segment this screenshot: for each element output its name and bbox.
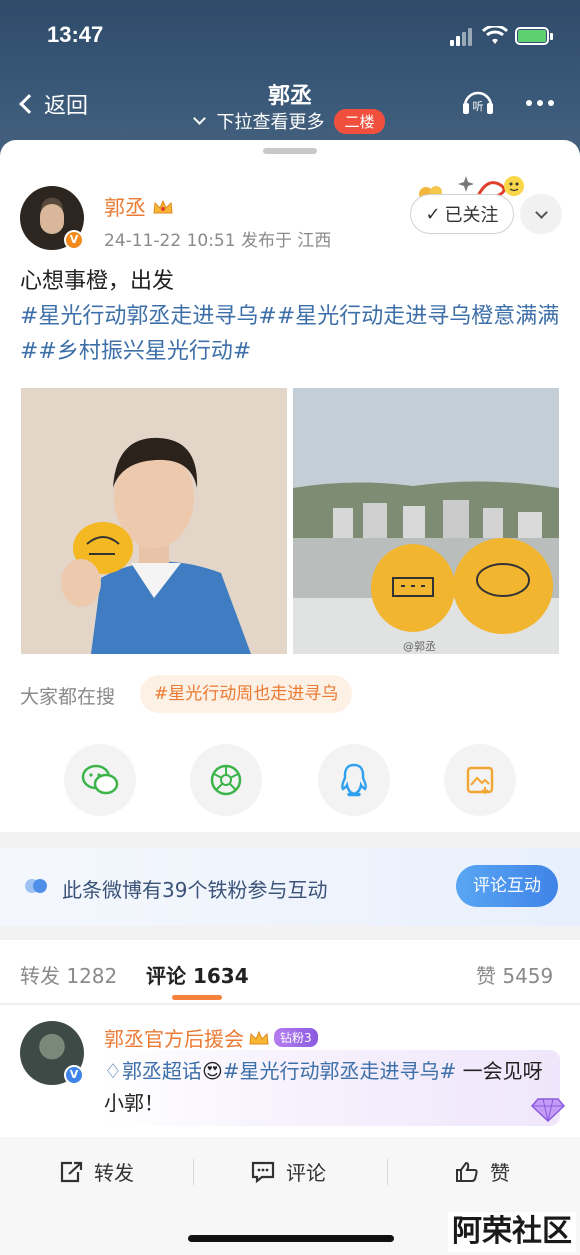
divider [193, 1159, 194, 1185]
tab-like[interactable]: 赞 5459 [476, 960, 553, 989]
comment-button[interactable]: 评论 [250, 1157, 326, 1186]
comment-icon [251, 1161, 275, 1183]
like-label: 赞 [490, 1161, 510, 1185]
drag-handle[interactable] [263, 148, 317, 154]
pull-down-label: 下拉查看更多 [216, 112, 325, 133]
comment-text: ♢郭丞超话😍#星光行动郭丞走进寻乌# 一会见呀小郭！ [104, 1055, 554, 1119]
verified-icon: V [64, 1065, 84, 1085]
listen-icon[interactable]: 听 [460, 86, 496, 116]
author-name[interactable]: 郭丞 [104, 192, 174, 222]
save-image-button[interactable] [444, 744, 516, 816]
check-icon: ✓ [425, 203, 441, 225]
top-header: 13:47 返回 郭丞 下拉查看更多 二楼 听 [0, 0, 580, 160]
post-card: V 郭丞 24-11-22 10:51 发布于 江西 ✓ 已关注 心想事橙，出发… [0, 140, 580, 832]
followed-label: 已关注 [444, 205, 499, 226]
battery-icon [515, 27, 553, 45]
more-options-button[interactable] [526, 100, 554, 106]
repost-button[interactable]: 转发 [58, 1157, 134, 1186]
signal-icon [450, 28, 476, 46]
comment-list: V 郭丞官方后援会 钻粉3 ♢郭丞超话😍#星光行动郭丞走进寻乌# 一会见呀小郭！ [0, 1005, 580, 1137]
image-watermark: @郭丞 [403, 640, 436, 653]
avatar[interactable]: V [20, 186, 84, 250]
post-image-person[interactable] [21, 388, 287, 654]
repost-icon [60, 1161, 83, 1182]
comment-author-text: 郭丞官方后援会 [104, 1027, 244, 1051]
chevron-down-icon [193, 112, 207, 125]
gem-icon [530, 1098, 566, 1123]
fan-interaction-text: 此条微博有39个铁粉参与互动 [62, 878, 328, 902]
divider [387, 1159, 388, 1185]
active-tab-indicator [172, 995, 222, 1000]
share-wechat-button[interactable] [64, 744, 136, 816]
floor-badge: 二楼 [334, 108, 385, 134]
comment-interact-button[interactable]: 评论互动 [456, 865, 558, 907]
share-row [0, 744, 580, 816]
avatar[interactable]: V [20, 1021, 84, 1085]
author-name-text: 郭丞 [104, 196, 146, 220]
interaction-tabs: 转发 1282 评论 1634 赞 5459 [0, 940, 580, 1004]
home-indicator[interactable] [188, 1235, 394, 1242]
followed-button[interactable]: ✓ 已关注 [410, 194, 514, 234]
qq-icon [341, 763, 367, 797]
comment-author[interactable]: 郭丞官方后援会 钻粉3 [104, 1023, 318, 1052]
share-qq-button[interactable] [318, 744, 390, 816]
diamond-icon: ♢ [104, 1059, 122, 1083]
svg-text:听: 听 [473, 100, 484, 113]
site-watermark: 阿荣社区 [448, 1212, 576, 1252]
person-photo [21, 388, 287, 654]
fan-icon [25, 879, 47, 893]
oranges-photo: @郭丞 [293, 388, 559, 654]
share-moments-button[interactable] [190, 744, 262, 816]
post-image-oranges[interactable]: @郭丞 [293, 388, 559, 654]
tab-repost[interactable]: 转发 1282 [20, 960, 117, 989]
status-time: 13:47 [47, 22, 104, 47]
emoji-icon: 😍 [201, 1059, 223, 1083]
post-hashtags[interactable]: #星光行动郭丞走进寻乌##星光行动走进寻乌橙意满满##乡村振兴星光行动# [20, 299, 560, 369]
post-text: 心想事橙，出发 [20, 269, 175, 294]
thumbs-up-icon [456, 1161, 478, 1182]
wechat-icon [81, 764, 119, 795]
tab-comment[interactable]: 评论 1634 [146, 960, 249, 989]
crown-icon [153, 199, 173, 214]
comment-label: 评论 [286, 1161, 326, 1185]
comment-hashtag[interactable]: #星光行动郭丞走进寻乌# [223, 1059, 457, 1083]
post-body: 心想事橙，出发 #星光行动郭丞走进寻乌##星光行动走进寻乌橙意满满##乡村振兴星… [20, 264, 560, 369]
save-image-icon [466, 766, 494, 795]
fan-interaction-bar: 此条微博有39个铁粉参与互动 评论互动 [0, 848, 580, 926]
trending-tag[interactable]: #星光行动周也走进寻乌 [140, 675, 353, 713]
chevron-down-icon [534, 205, 548, 219]
moments-icon [210, 764, 242, 796]
verified-icon: V [64, 230, 84, 250]
wifi-icon [482, 26, 508, 44]
post-meta: 24-11-22 10:51 发布于 江西 [104, 231, 332, 251]
fan-level-badge: 钻粉3 [274, 1028, 318, 1047]
like-button[interactable]: 赞 [454, 1157, 510, 1186]
follow-dropdown-button[interactable] [520, 194, 562, 234]
supertopic-link[interactable]: 郭丞超话 [122, 1059, 202, 1083]
repost-label: 转发 [94, 1161, 134, 1185]
crown-icon [249, 1030, 269, 1044]
trending-label: 大家都在搜 [20, 686, 116, 708]
